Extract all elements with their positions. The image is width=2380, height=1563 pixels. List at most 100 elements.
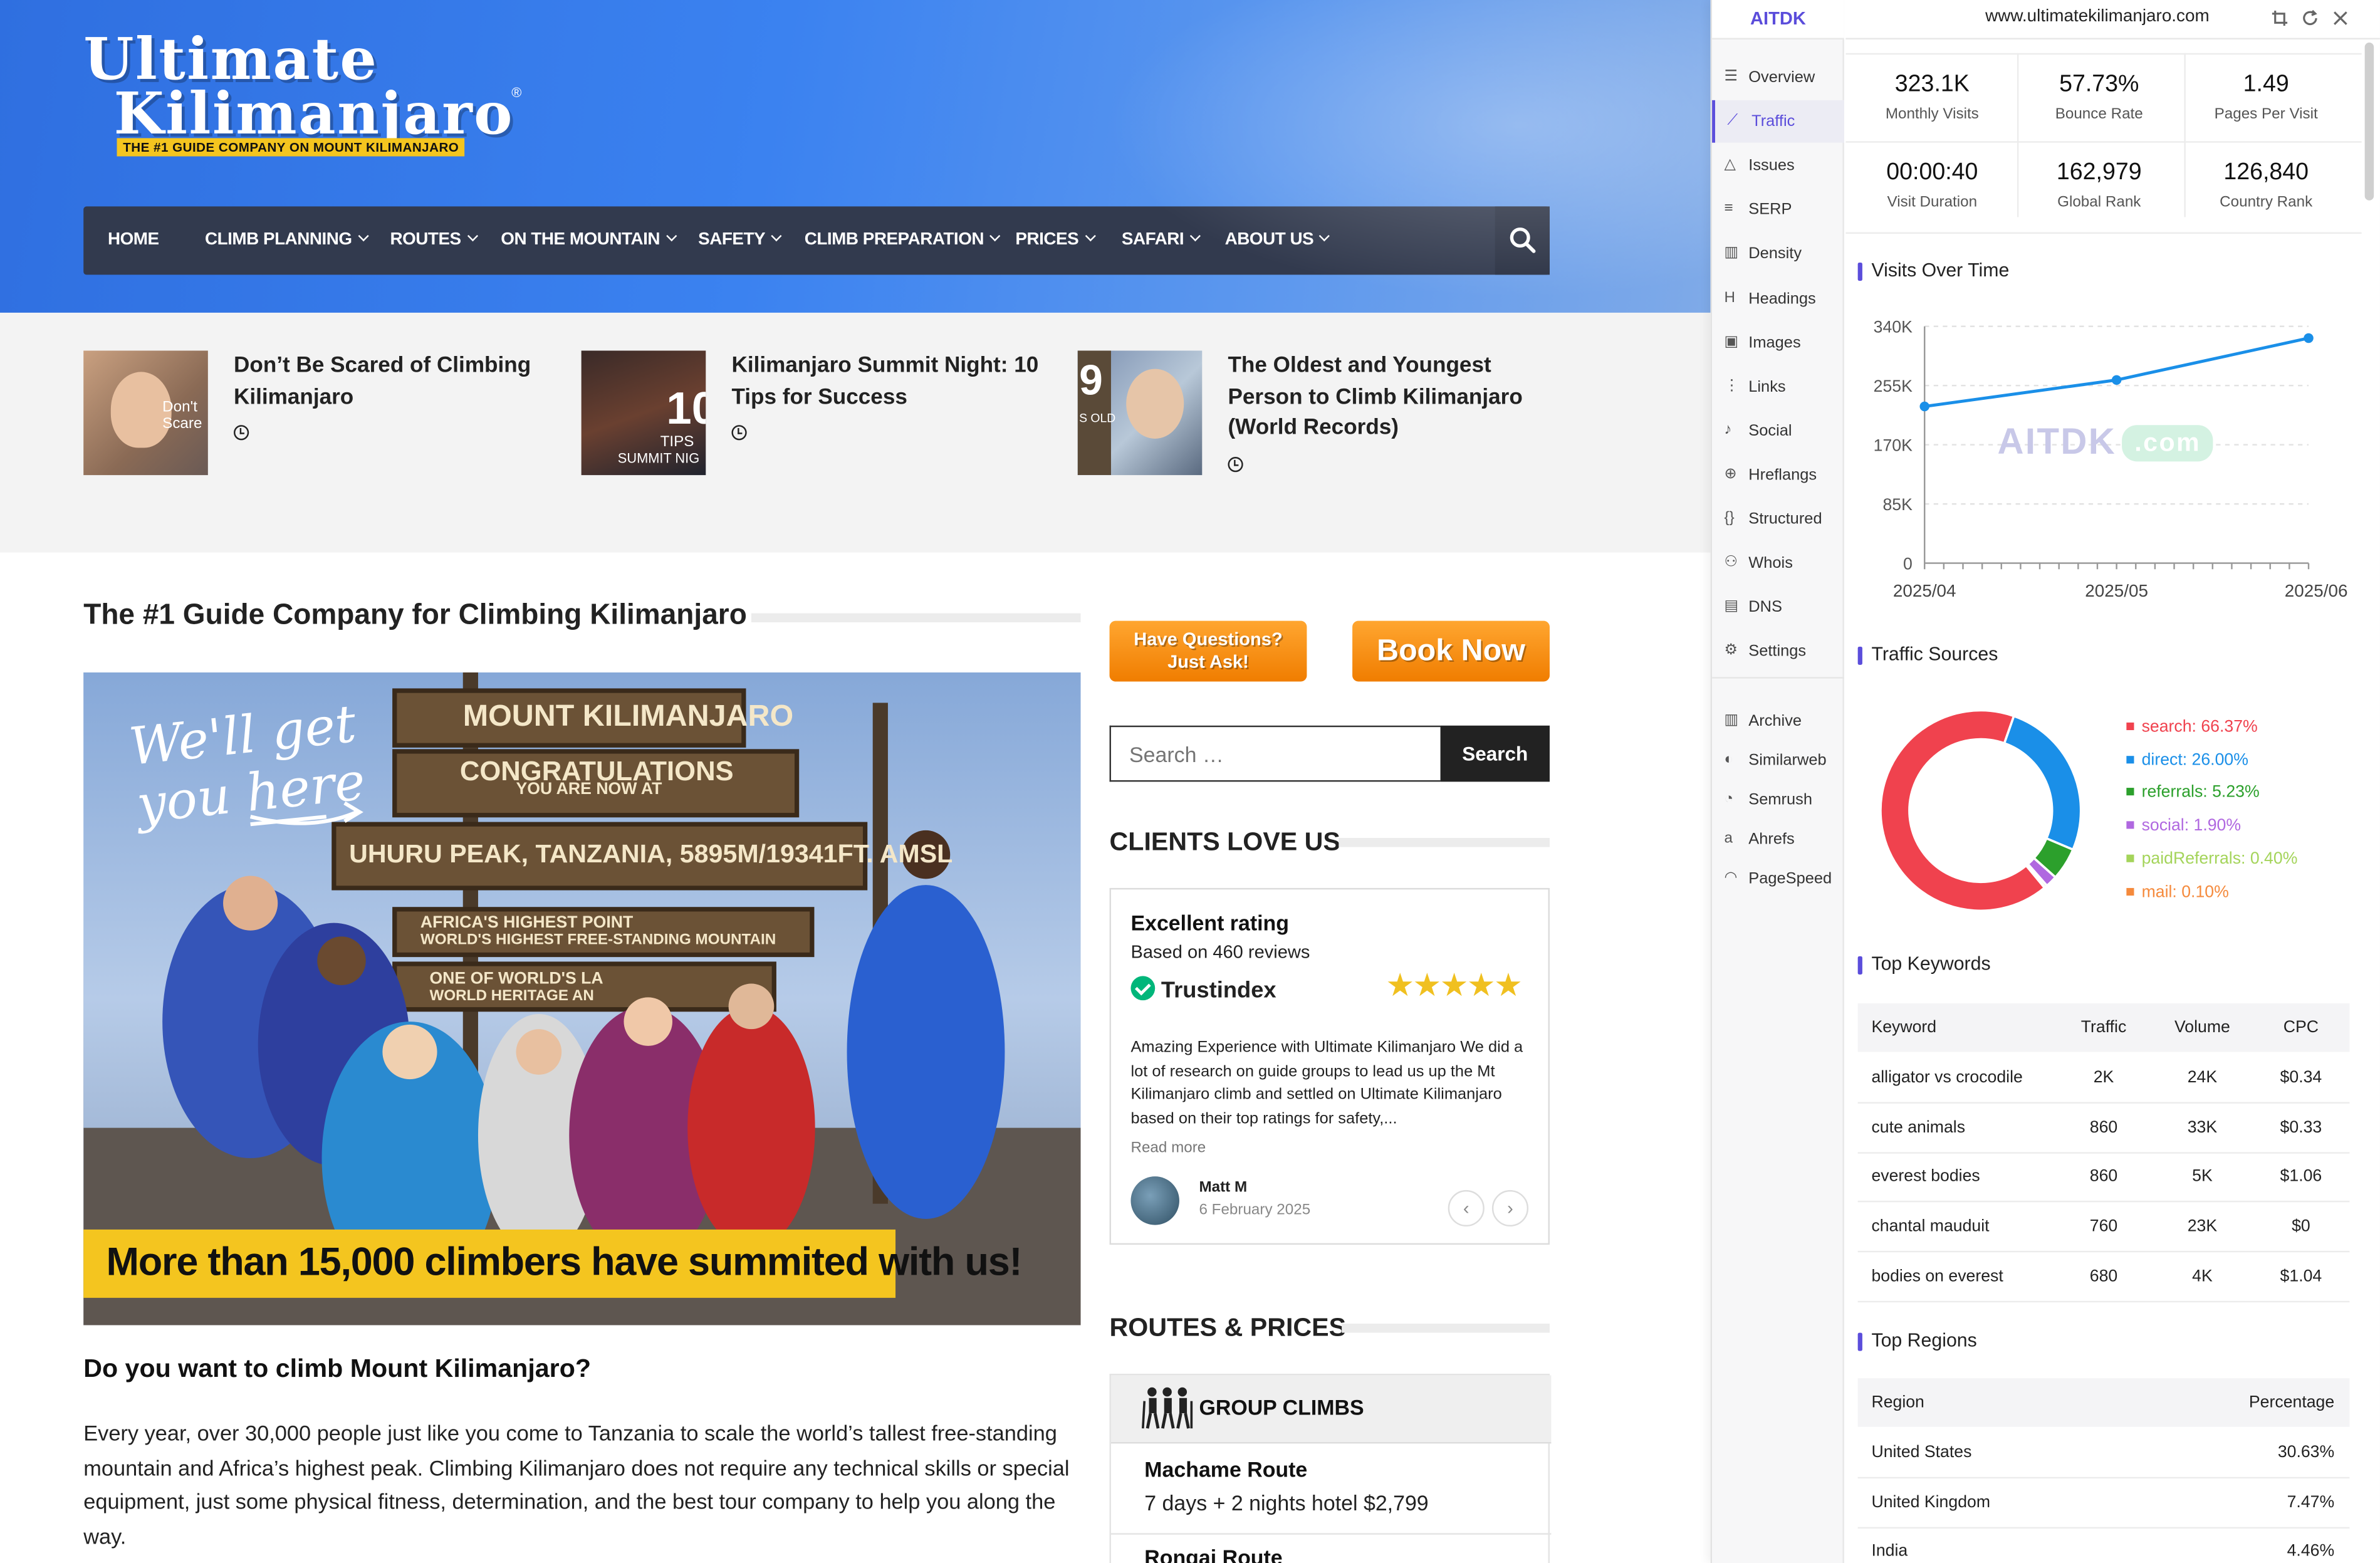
table-row[interactable]: chantal mauduit 760 23K $0 (1857, 1203, 2350, 1253)
table-row[interactable]: India 4.46% (1858, 1528, 2350, 1563)
thumb-number: 10 (666, 384, 706, 434)
route-name[interactable]: Machame Route (1144, 1457, 1307, 1482)
table-cell: everest bodies (1871, 1168, 1980, 1186)
table-cell: alligator vs crocodile (1871, 1069, 2023, 1087)
check-circle-icon (1130, 976, 1156, 1001)
panel-nav-social[interactable]: ♪ Social (1712, 409, 1844, 452)
post-card[interactable]: 9 S OLD The Oldest and Youngest Person t… (1077, 350, 1533, 478)
table-cell: 4K (2192, 1267, 2213, 1286)
nav-item-safari[interactable]: SAFARI (1122, 206, 1201, 274)
panel-nav-structured[interactable]: {} Structured (1712, 498, 1844, 540)
climbers-banner: More than 15,000 climbers have summited … (83, 1229, 1023, 1298)
next-review-button[interactable]: › (1491, 1189, 1529, 1227)
table-row[interactable]: alligator vs crocodile 2K 24K $0.34 (1857, 1053, 2350, 1104)
site-logo[interactable]: Ultimate Kilimanjaro ® THE #1 GUIDE COMP… (83, 29, 539, 167)
data-point[interactable] (2304, 333, 2314, 343)
visits-heading: Visits Over Time (1857, 259, 2009, 281)
post-thumbnail[interactable]: Don't Scare (83, 350, 208, 476)
column-header[interactable]: Region (1871, 1378, 1924, 1427)
thumb-text: SUMMIT NIG (617, 451, 700, 466)
post-title[interactable]: Kilimanjaro Summit Night: 10 Tips for Su… (731, 351, 1043, 413)
column-header[interactable]: Percentage (2183, 1378, 2334, 1427)
clock-icon (1228, 457, 1243, 473)
table-cell: 2K (2093, 1069, 2114, 1087)
site-search-button[interactable]: Search (1440, 725, 1550, 782)
panel-nav-images[interactable]: ▣ Images (1712, 321, 1844, 364)
panel-nav-settings[interactable]: ⚙ Settings (1712, 630, 1844, 673)
thumb-text: S OLD (1079, 411, 1116, 426)
nav-item-about-us[interactable]: ABOUT US (1225, 206, 1330, 274)
divider (1845, 232, 2362, 234)
nav-item-climb-preparation[interactable]: CLIMB PREPARATION (805, 206, 1001, 274)
panel-nav-headings[interactable]: H Headings (1712, 277, 1844, 320)
y-tick-label: 170K (1874, 436, 1913, 454)
stat-label: Global Rank (2057, 194, 2141, 211)
post-title[interactable]: The Oldest and Youngest Person to Climb … (1228, 351, 1539, 444)
panel-nav-serp[interactable]: ≡ SERP (1712, 189, 1844, 231)
route-name[interactable]: Rongai Route (1144, 1545, 1282, 1563)
tool-link-ahrefs[interactable]: a Ahrefs (1712, 820, 1844, 859)
column-header[interactable]: Volume (2164, 1003, 2240, 1052)
nav-item-safety[interactable]: SAFETY (698, 206, 782, 274)
panel-nav-issues[interactable]: △ Issues (1712, 145, 1844, 187)
site-search-input[interactable] (1109, 725, 1441, 782)
panel-nav-dns[interactable]: ▤ DNS (1712, 586, 1844, 629)
table-row[interactable]: everest bodies 860 5K $1.06 (1857, 1153, 2350, 1203)
post-thumbnail[interactable]: 10 TIPS SUMMIT NIG (581, 350, 706, 476)
column-header[interactable]: Keyword (1871, 1003, 1936, 1052)
refresh-icon[interactable] (2301, 9, 2319, 28)
clients-heading: CLIENTS LOVE US (1109, 827, 1340, 857)
prev-review-button[interactable]: ‹ (1448, 1189, 1485, 1227)
panel-nav-links[interactable]: ⋮ Links (1712, 365, 1844, 408)
table-row[interactable]: United Kingdom 7.47% (1857, 1478, 2350, 1529)
column-header[interactable]: CPC (2263, 1003, 2339, 1052)
panel-nav-traffic[interactable]: ⟋ Traffic (1712, 100, 1844, 143)
post-thumbnail[interactable]: 9 S OLD (1077, 350, 1203, 476)
ask-questions-button[interactable]: Have Questions? Just Ask! (1109, 620, 1307, 682)
panel-nav-whois[interactable]: ⚇ Whois (1712, 542, 1844, 585)
panel-nav-overview[interactable]: ☰ Overview (1712, 56, 1844, 99)
book-now-button[interactable]: Book Now (1352, 620, 1550, 682)
social-icon: ♪ (1724, 421, 1732, 439)
group-climbs-header[interactable]: GROUP CLIMBS (1110, 1375, 1552, 1444)
panel-nav-density[interactable]: ▥ Density (1712, 233, 1844, 276)
table-row[interactable]: United States 30.63% (1857, 1428, 2350, 1479)
tool-link-pagespeed[interactable]: ◠ PageSpeed (1712, 859, 1844, 899)
read-more-link[interactable]: Read more (1130, 1140, 1206, 1157)
nav-item-prices[interactable]: PRICES (1015, 206, 1095, 274)
table-row[interactable]: bodies on everest 680 4K $1.04 (1857, 1252, 2350, 1302)
routes-heading: ROUTES & PRICES (1109, 1313, 1347, 1342)
post-card[interactable]: 10 TIPS SUMMIT NIG Kilimanjaro Summit Ni… (581, 350, 1038, 478)
y-tick-label: 85K (1882, 495, 1913, 514)
trustindex-logo: Trustindex (1130, 973, 1276, 1003)
post-card[interactable]: Don't Scare Don’t Be Scared of Climbing … (83, 350, 539, 478)
nav-search-button[interactable] (1495, 206, 1550, 275)
panel-nav-label: Overview (1748, 68, 1815, 87)
tool-label: Semrush (1748, 790, 1813, 809)
tool-link-semrush[interactable]: ◔ Semrush (1712, 780, 1844, 820)
slice-direct[interactable] (2003, 714, 2082, 852)
legend-mail: mail: 0.10% (2126, 882, 2229, 901)
tool-link-archive[interactable]: ▥ Archive (1712, 701, 1844, 741)
sign-line-1: MOUNT KILIMANJARO (462, 699, 794, 733)
data-point[interactable] (2111, 375, 2122, 385)
table-cell: India (1871, 1542, 1908, 1561)
nav-item-on-the-mountain[interactable]: ON THE MOUNTAIN (501, 206, 677, 274)
column-header[interactable]: Traffic (2065, 1003, 2141, 1052)
close-icon[interactable] (2331, 9, 2349, 28)
nav-item-routes[interactable]: ROUTES (390, 206, 478, 274)
data-point[interactable] (1919, 401, 1929, 412)
crop-icon[interactable] (2270, 9, 2289, 28)
panel-scrollbar[interactable] (2364, 42, 2374, 201)
stat-label: Visit Duration (1887, 194, 1978, 211)
tool-link-similarweb[interactable]: ◐ Similarweb (1712, 741, 1844, 780)
nav-item-climb-planning[interactable]: CLIMB PLANNING (205, 206, 369, 274)
tool-label: Ahrefs (1748, 830, 1795, 849)
aitdk-brand[interactable]: AITDK (1712, 0, 1844, 39)
table-row[interactable]: cute animals 860 33K $0.33 (1857, 1103, 2350, 1154)
post-title[interactable]: Don’t Be Scared of Climbing Kilimanjaro (234, 351, 545, 413)
panel-nav-hreflangs[interactable]: ⊕ Hreflangs (1712, 454, 1844, 496)
nav-item-home[interactable]: HOME (108, 206, 159, 274)
chevron-down-icon (989, 231, 1001, 242)
panel-topbar: www.ultimatekilimanjaro.com (1845, 0, 2380, 39)
